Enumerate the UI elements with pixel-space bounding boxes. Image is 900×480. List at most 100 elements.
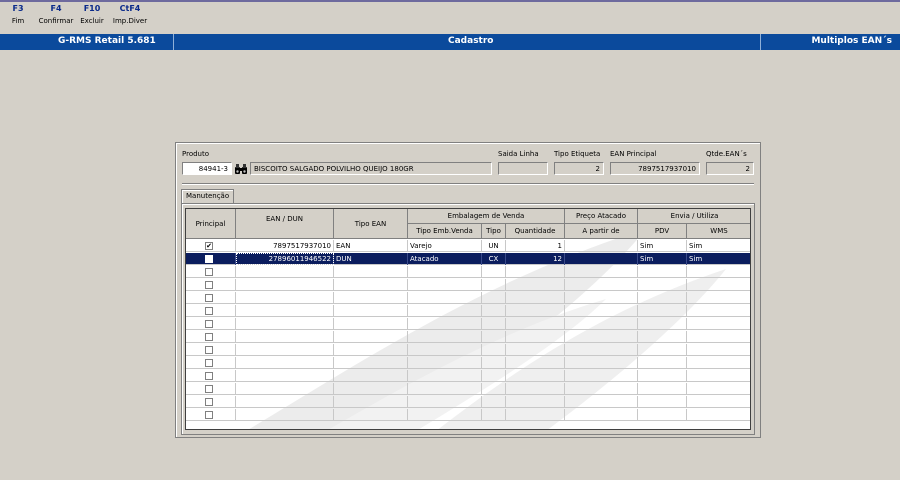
grid-cell[interactable] [506,331,565,343]
tipo-cell[interactable]: CX [482,253,506,265]
grid-cell[interactable] [565,318,638,330]
principal-checkbox[interactable]: ✔ [205,242,213,250]
grid-cell[interactable] [408,318,482,330]
grid-cell[interactable] [408,370,482,382]
grid-cell[interactable] [482,292,506,304]
table-row-empty[interactable] [186,318,750,330]
grid-cell[interactable] [236,318,334,330]
grid-cell[interactable] [482,370,506,382]
grid-cell[interactable] [482,318,506,330]
principal-checkbox[interactable] [205,372,213,380]
grid-cell[interactable] [565,344,638,356]
grid-cell[interactable] [482,357,506,369]
header-wms[interactable]: WMS [687,224,750,239]
grid-cell[interactable] [236,305,334,317]
grid-cell[interactable] [236,370,334,382]
header-ean-dun[interactable]: EAN / DUN [236,209,334,239]
grid-cell[interactable] [334,344,408,356]
f3-fim-button[interactable]: F3 Fim [0,4,36,25]
table-row-selected[interactable]: 27896011946522 DUN Atacado CX 12 Sim Sim [186,253,750,265]
f4-confirmar-button[interactable]: F4 Confirmar [38,4,74,25]
grid-cell[interactable] [565,370,638,382]
quantidade-cell[interactable]: 1 [506,240,565,252]
grid-cell[interactable] [506,409,565,421]
grid-cell[interactable] [638,396,687,408]
principal-checkbox[interactable] [205,333,213,341]
principal-checkbox[interactable] [205,294,213,302]
principal-checkbox[interactable] [205,281,213,289]
header-principal[interactable]: Principal [186,209,236,239]
table-row-empty[interactable] [186,396,750,408]
pdv-cell[interactable]: Sim [638,240,687,252]
grid-cell[interactable] [506,279,565,291]
grid-cell[interactable] [506,357,565,369]
grid-cell[interactable] [638,370,687,382]
tab-manutencao[interactable]: Manutenção [181,189,235,203]
grid-cell[interactable] [482,266,506,278]
table-row[interactable]: ✔ 7897517937010 EAN Varejo UN 1 Sim Sim [186,240,750,252]
grid-cell[interactable] [687,357,750,369]
principal-checkbox[interactable] [205,385,213,393]
grid-cell[interactable] [236,396,334,408]
grid-cell[interactable] [638,383,687,395]
grid-cell[interactable] [565,383,638,395]
a-partir-cell[interactable] [565,253,638,265]
grid-cell[interactable] [565,396,638,408]
grid-cell[interactable] [334,331,408,343]
ean-cell[interactable]: 7897517937010 [236,240,334,252]
grid-cell[interactable] [506,292,565,304]
grid-cell[interactable] [334,357,408,369]
produto-code-field[interactable]: 84941-3 [182,162,232,175]
binoculars-search-icon[interactable] [234,163,248,175]
table-row-empty[interactable] [186,383,750,395]
grid-cell[interactable] [638,409,687,421]
grid-cell[interactable] [638,305,687,317]
quantidade-cell[interactable]: 12 [506,253,565,265]
grid-cell[interactable] [638,318,687,330]
grid-cell[interactable] [408,331,482,343]
tipo-cell[interactable]: UN [482,240,506,252]
tipo-emb-cell[interactable]: Varejo [408,240,482,252]
grid-cell[interactable] [482,331,506,343]
wms-cell[interactable]: Sim [687,240,750,252]
grid-cell[interactable] [408,279,482,291]
grid-cell[interactable] [408,344,482,356]
f10-excluir-button[interactable]: F10 Excluir [74,4,110,25]
table-row-empty[interactable] [186,331,750,343]
grid-cell[interactable] [687,318,750,330]
grid-cell[interactable] [236,292,334,304]
grid-cell[interactable] [506,266,565,278]
header-tipo[interactable]: Tipo [482,224,506,239]
ean-cell[interactable]: 27896011946522 [236,253,334,265]
grid-cell[interactable] [565,409,638,421]
grid-cell[interactable] [506,318,565,330]
principal-checkbox[interactable] [205,346,213,354]
grid-cell[interactable] [565,279,638,291]
grid-cell[interactable] [334,279,408,291]
grid-cell[interactable] [687,344,750,356]
grid-cell[interactable] [236,279,334,291]
header-a-partir-de[interactable]: A partir de [565,224,638,239]
grid-cell[interactable] [506,370,565,382]
grid-cell[interactable] [334,396,408,408]
grid-cell[interactable] [565,305,638,317]
grid-cell[interactable] [482,396,506,408]
header-tipo-emb-venda[interactable]: Tipo Emb.Venda [408,224,482,239]
pdv-cell[interactable]: Sim [638,253,687,265]
grid-cell[interactable] [334,370,408,382]
grid-cell[interactable] [506,305,565,317]
grid-cell[interactable] [408,266,482,278]
grid-cell[interactable] [506,344,565,356]
grid-cell[interactable] [408,396,482,408]
grid-cell[interactable] [408,357,482,369]
grid-cell[interactable] [334,383,408,395]
grid-cell[interactable] [408,409,482,421]
grid-cell[interactable] [687,279,750,291]
grid-cell[interactable] [638,331,687,343]
tipo-ean-cell[interactable]: EAN [334,240,408,252]
grid-cell[interactable] [482,409,506,421]
table-row-empty[interactable] [186,292,750,304]
principal-checkbox[interactable] [205,359,213,367]
table-row-empty[interactable] [186,357,750,369]
table-row-empty[interactable] [186,279,750,291]
